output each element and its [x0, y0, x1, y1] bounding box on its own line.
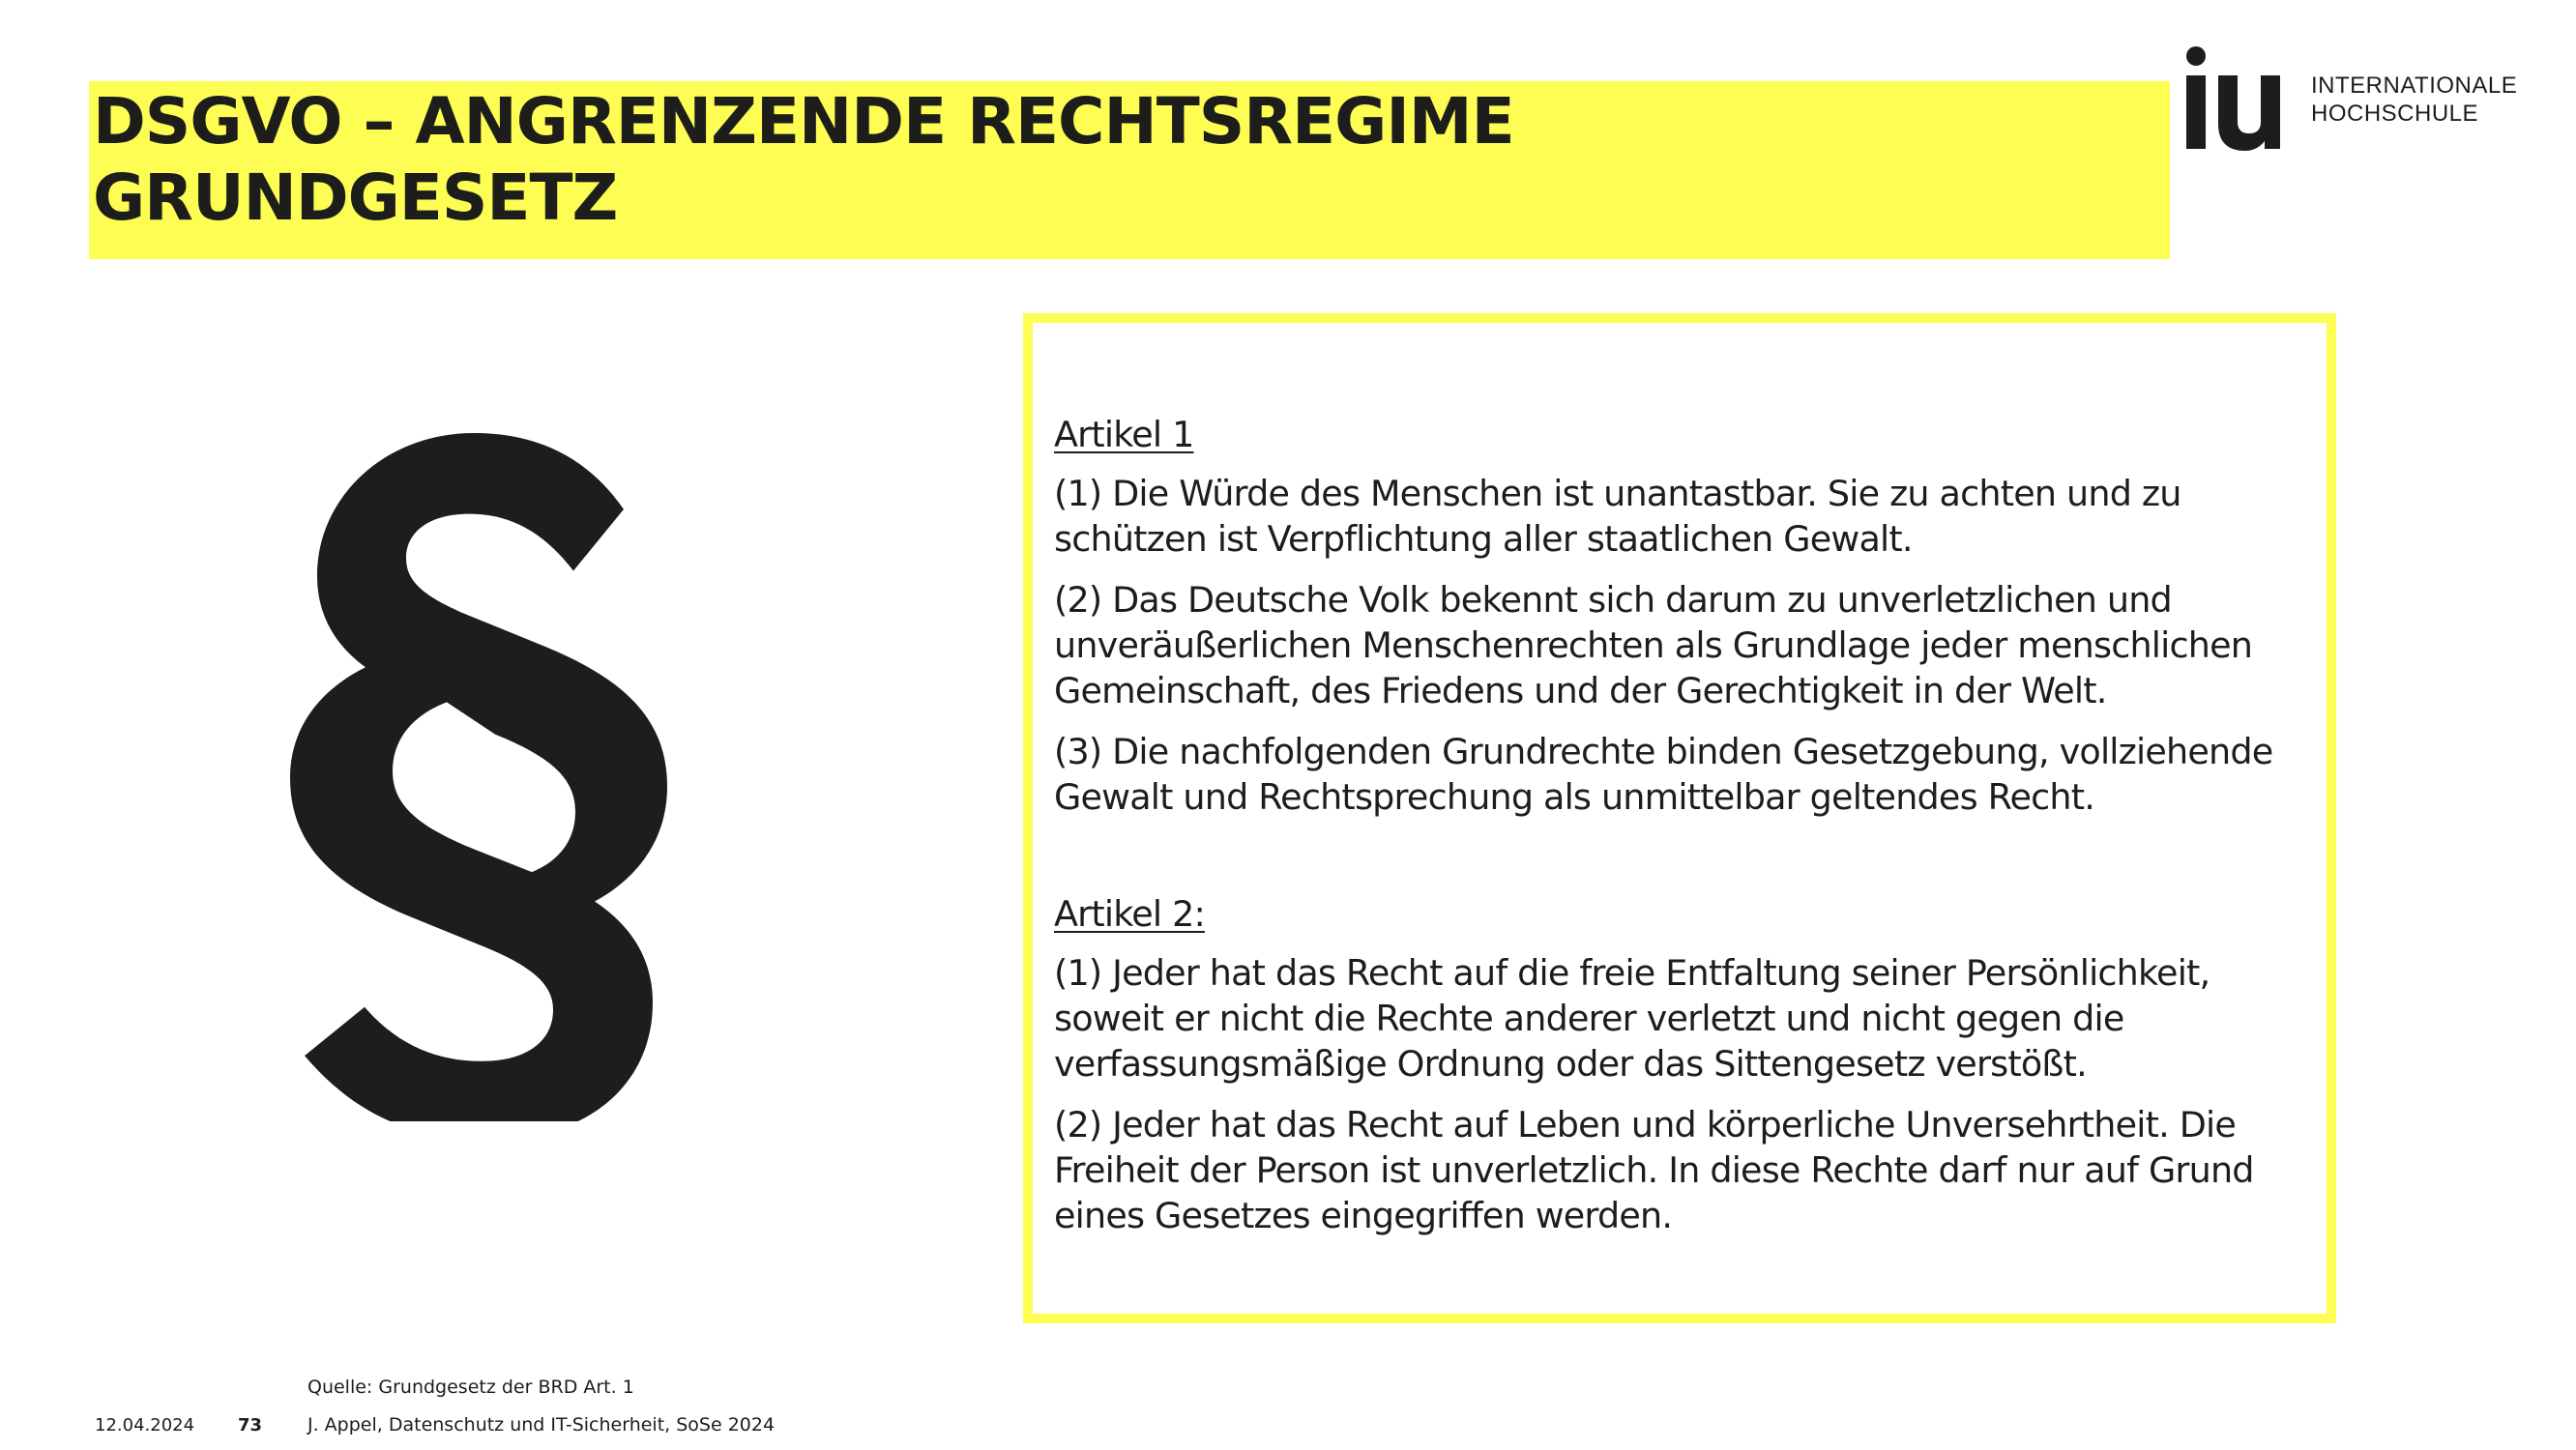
article1-heading: Artikel 1 — [1054, 414, 1194, 455]
slide-subtitle: GRUNDGESETZ — [93, 160, 618, 235]
iu-logo-mark-icon — [2186, 46, 2280, 151]
article2-heading: Artikel 2: — [1054, 893, 1206, 935]
law-text-box: Artikel 1 (1) Die Würde des Menschen ist… — [1023, 313, 2336, 1323]
article-spacer — [1054, 835, 2311, 891]
article1-paragraph-2: (2) Das Deutsche Volk bekennt sich darum… — [1054, 579, 2253, 711]
title-banner: DSGVO – ANGRENZENDE RECHTSREGIME GRUNDGE… — [89, 81, 2170, 259]
page-number: 73 — [238, 1415, 263, 1436]
logo-text-line2: HOCHSCHULE — [2311, 101, 2479, 127]
paragraph-symbol-icon — [290, 433, 667, 1121]
logo-wordmark: INTERNATIONALE HOCHSCHULE — [2311, 72, 2517, 128]
article2-paragraph-2: (2) Jeder hat das Recht auf Leben und kö… — [1054, 1104, 2254, 1236]
slide-title: DSGVO – ANGRENZENDE RECHTSREGIME — [93, 84, 1515, 159]
footer-author: J. Appel, Datenschutz und IT-Sicherheit,… — [307, 1414, 776, 1436]
iu-logo: INTERNATIONALE HOCHSCHULE — [2180, 39, 2517, 155]
source-citation: Quelle: Grundgesetz der BRD Art. 1 — [307, 1377, 634, 1398]
article1-paragraph-3: (3) Die nachfolgenden Grundrechte binden… — [1054, 731, 2273, 818]
law-text-content: Artikel 1 (1) Die Würde des Menschen ist… — [1054, 412, 2311, 1254]
article1-paragraph-1: (1) Die Würde des Menschen ist unantastb… — [1054, 473, 2181, 560]
logo-text-line1: INTERNATIONALE — [2311, 72, 2518, 99]
article2-paragraph-1: (1) Jeder hat das Recht auf die freie En… — [1054, 952, 2210, 1085]
footer-date: 12.04.2024 — [95, 1415, 195, 1436]
